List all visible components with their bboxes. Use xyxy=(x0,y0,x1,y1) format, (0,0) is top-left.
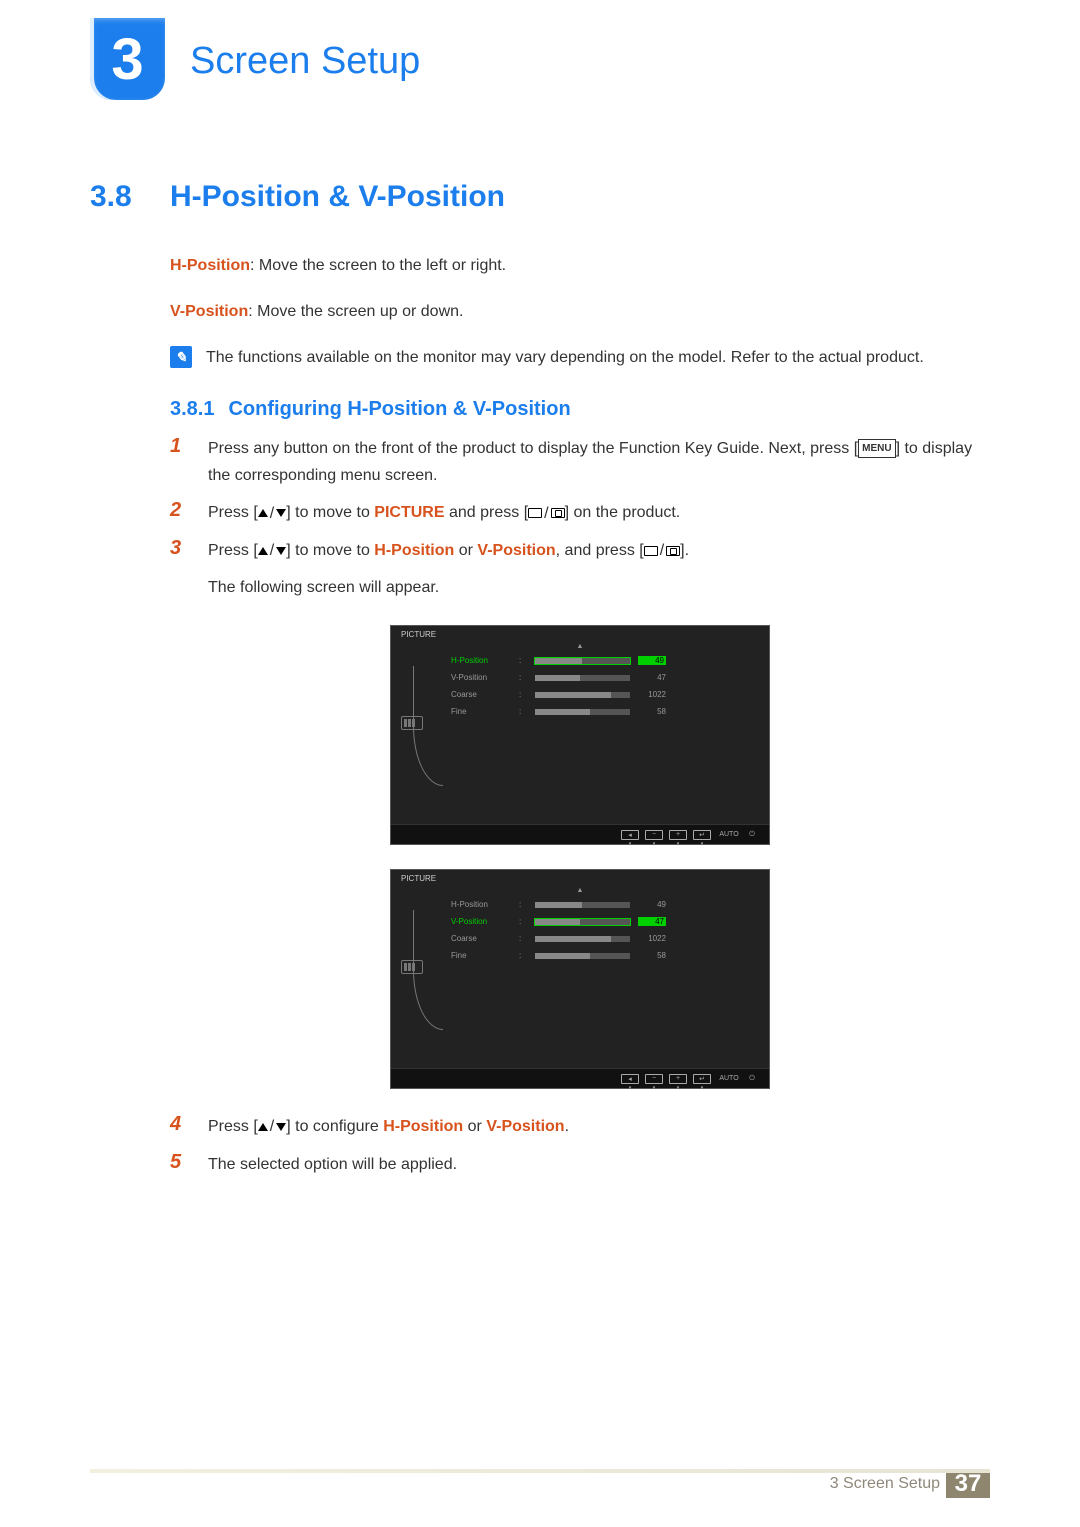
osd-slider xyxy=(535,692,630,698)
osd-tab: PICTURE xyxy=(391,626,769,643)
osd-row: V-Position:47 xyxy=(391,669,769,686)
step-5-number: 5 xyxy=(170,1151,194,1178)
chapter-title: Screen Setup xyxy=(190,40,420,83)
osd-row-value: 49 xyxy=(638,656,666,665)
step-3-body: Press [ / ] to move to H-Position or V-P… xyxy=(208,537,689,602)
osd-row: H-Position:49 xyxy=(391,896,769,913)
osd-row: Coarse:1022 xyxy=(391,686,769,703)
v-position-text: : Move the screen up or down. xyxy=(248,303,463,320)
chapter-number: 3 xyxy=(111,26,143,93)
osd-slider xyxy=(535,953,630,959)
osd-enter-icon: ↵▾ xyxy=(693,1074,711,1084)
down-icon xyxy=(276,1123,286,1131)
down-icon xyxy=(276,547,286,555)
osd-slider xyxy=(535,675,630,681)
source-icon xyxy=(528,508,542,518)
osd-auto-label: AUTO xyxy=(717,830,741,840)
osd-row-label: V-Position xyxy=(451,917,511,926)
section-number: 3.8 xyxy=(90,180,170,214)
osd-plus-icon: +▾ xyxy=(669,830,687,840)
chapter-badge: 3 xyxy=(90,18,165,100)
step-1-number: 1 xyxy=(170,435,194,489)
osd-slider xyxy=(535,658,630,664)
osd-row-value: 58 xyxy=(638,951,666,960)
osd-auto-label: AUTO xyxy=(717,1074,741,1084)
osd-power-icon: ⏻ xyxy=(747,1074,757,1084)
osd-row-label: Fine xyxy=(451,707,511,716)
osd-tab: PICTURE xyxy=(391,870,769,887)
step-2-number: 2 xyxy=(170,499,194,526)
step-1-body: Press any button on the front of the pro… xyxy=(208,435,990,489)
intro-v-position: V-Position: Move the screen up or down. xyxy=(170,300,990,324)
osd-slider xyxy=(535,709,630,715)
note-text: The functions available on the monitor m… xyxy=(206,346,924,370)
osd-side-monitor-icon xyxy=(401,960,423,974)
footer-divider xyxy=(90,1469,990,1473)
osd-row-label: Fine xyxy=(451,951,511,960)
enter-icon xyxy=(551,508,565,518)
menu-button-icon: MENU xyxy=(858,439,895,458)
osd-row-value: 1022 xyxy=(638,934,666,943)
step-3-number: 3 xyxy=(170,537,194,602)
h-position-text: : Move the screen to the left or right. xyxy=(250,257,506,274)
osd-side-monitor-icon xyxy=(401,716,423,730)
osd-row: Fine:58 xyxy=(391,947,769,964)
osd-row: Fine:58 xyxy=(391,703,769,720)
osd-row-value: 1022 xyxy=(638,690,666,699)
osd-plus-icon: +▾ xyxy=(669,1074,687,1084)
subsection-number: 3.8.1 xyxy=(170,398,214,421)
osd-row: H-Position:49 xyxy=(391,652,769,669)
osd-enter-icon: ↵▾ xyxy=(693,830,711,840)
footer-chapter: 3 Screen Setup xyxy=(830,1475,940,1493)
osd-row-value: 47 xyxy=(638,673,666,682)
step-4-body: Press [ / ] to configure H-Position or V… xyxy=(208,1113,569,1140)
picture-label: PICTURE xyxy=(374,504,444,521)
subsection-title: Configuring H-Position & V-Position xyxy=(228,398,570,421)
osd-slider xyxy=(535,902,630,908)
footer-page-number: 37 xyxy=(946,1470,990,1498)
osd-row-label: Coarse xyxy=(451,690,511,699)
section-title: H-Position & V-Position xyxy=(170,180,505,214)
up-icon xyxy=(258,547,268,555)
source-icon xyxy=(644,546,658,556)
osd-back-icon: ◂▾ xyxy=(621,1074,639,1084)
osd-menu-h-position: PICTURE ▲ H-Position:49V-Position:47Coar… xyxy=(390,625,770,845)
osd-row-value: 47 xyxy=(638,917,666,926)
up-icon xyxy=(258,1123,268,1131)
osd-minus-icon: −▾ xyxy=(645,830,663,840)
step-4-number: 4 xyxy=(170,1113,194,1140)
osd-slider xyxy=(535,936,630,942)
osd-menu-v-position: PICTURE ▲ H-Position:49V-Position:47Coar… xyxy=(390,869,770,1089)
osd-row-label: V-Position xyxy=(451,673,511,682)
step-2-body: Press [ / ] to move to PICTURE and press… xyxy=(208,499,680,526)
enter-icon xyxy=(666,546,680,556)
up-icon xyxy=(258,509,268,517)
osd-slider xyxy=(535,919,630,925)
osd-row-value: 58 xyxy=(638,707,666,716)
osd-row-label: H-Position xyxy=(451,900,511,909)
note-icon: ✎ xyxy=(170,346,192,368)
osd-back-icon: ◂▾ xyxy=(621,830,639,840)
osd-scroll-up-icon: ▲ xyxy=(391,643,769,650)
osd-row: V-Position:47 xyxy=(391,913,769,930)
osd-power-icon: ⏻ xyxy=(747,830,757,840)
osd-row-label: H-Position xyxy=(451,656,511,665)
osd-row-label: Coarse xyxy=(451,934,511,943)
intro-h-position: H-Position: Move the screen to the left … xyxy=(170,254,990,278)
down-icon xyxy=(276,509,286,517)
osd-row: Coarse:1022 xyxy=(391,930,769,947)
v-position-label: V-Position xyxy=(170,303,248,320)
osd-scroll-up-icon: ▲ xyxy=(391,887,769,894)
h-position-label: H-Position xyxy=(170,257,250,274)
osd-row-value: 49 xyxy=(638,900,666,909)
osd-minus-icon: −▾ xyxy=(645,1074,663,1084)
step-5-body: The selected option will be applied. xyxy=(208,1151,457,1178)
